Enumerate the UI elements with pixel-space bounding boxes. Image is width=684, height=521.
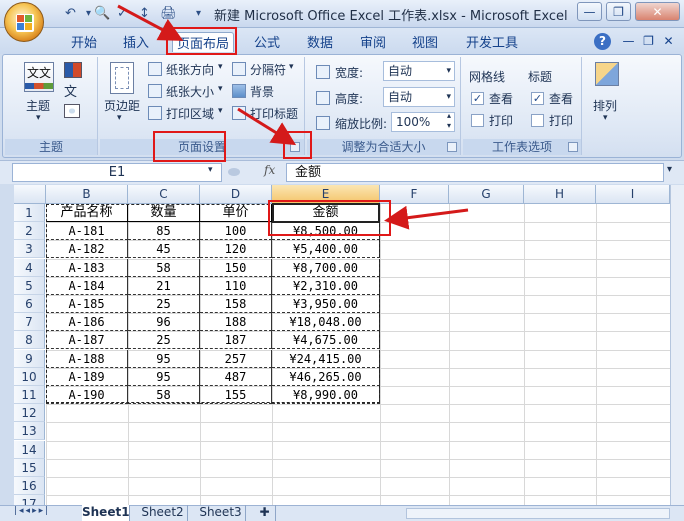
office-logo-icon <box>16 14 34 32</box>
annotation-arrows <box>117 4 469 230</box>
arrow-to-page-layout-tab <box>117 4 184 41</box>
office-button[interactable] <box>4 2 44 42</box>
arrow-to-amount-header <box>384 205 469 230</box>
arrow-to-dialog-launcher <box>237 107 297 146</box>
